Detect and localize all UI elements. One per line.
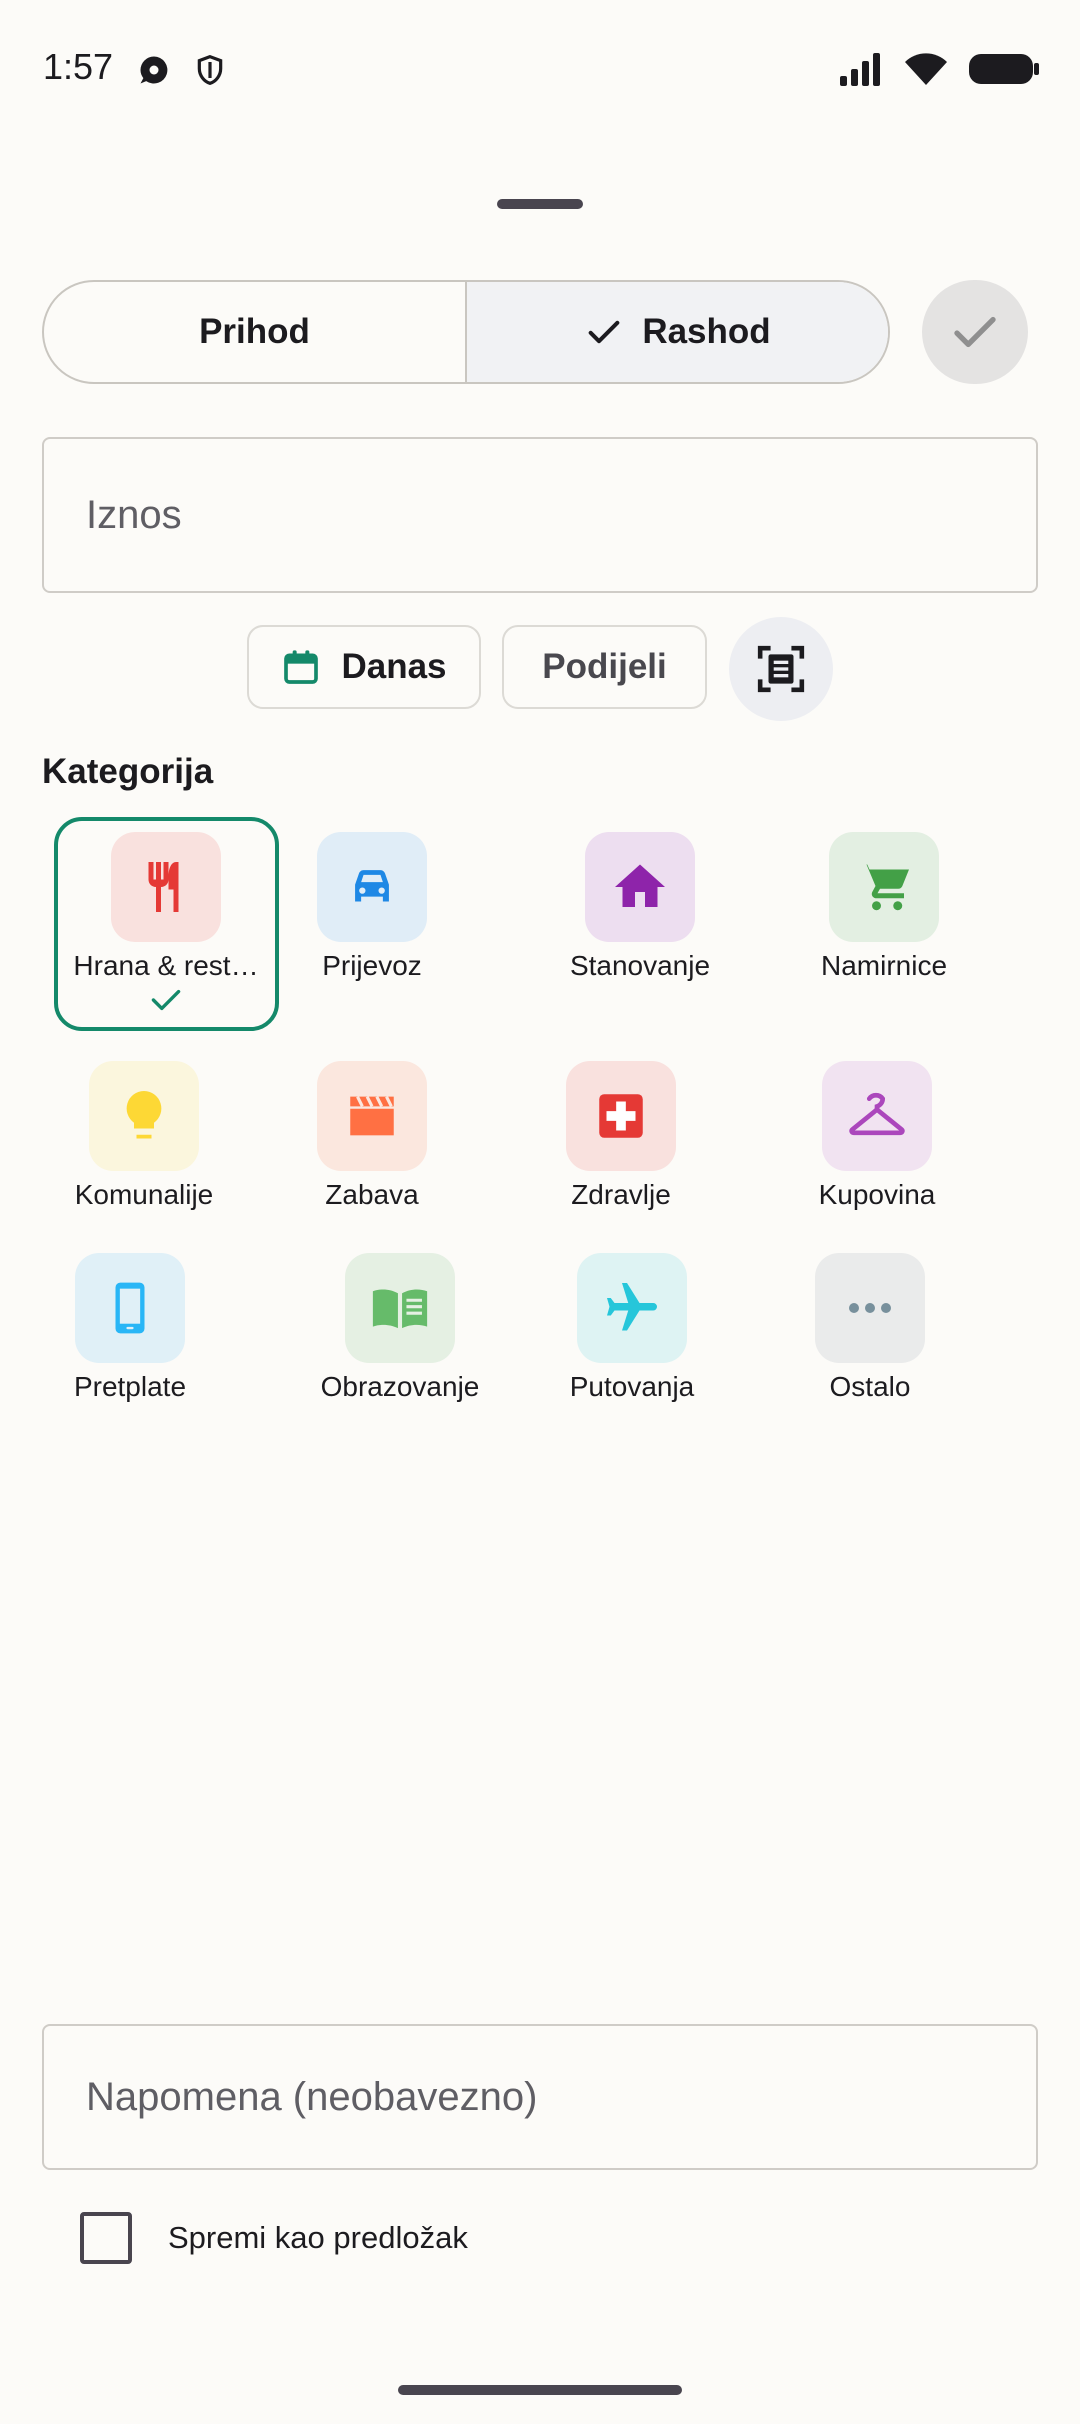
category-label: Hrana & rest… (73, 950, 259, 981)
category-tile (75, 1253, 185, 1363)
book-icon (372, 1289, 428, 1329)
category-label: Kupovina (818, 1179, 936, 1210)
check-icon (588, 320, 620, 344)
category-transport[interactable]: Prijevoz (272, 832, 472, 982)
cart-icon (859, 864, 909, 911)
category-label: Putovanja (569, 1371, 695, 1402)
category-label: Komunalije (74, 1179, 214, 1210)
shield-icon (197, 54, 223, 86)
restaurant-icon (148, 862, 179, 912)
category-tile (577, 1253, 687, 1363)
category-tile (566, 1061, 676, 1171)
category-label: Ostalo (829, 1371, 911, 1402)
category-subscriptions[interactable]: Pretplate (30, 1253, 230, 1403)
date-chip[interactable]: Danas (247, 625, 481, 709)
sheet-drag-handle[interactable] (497, 199, 583, 209)
category-label: Obrazovanje (320, 1371, 480, 1402)
category-food[interactable]: Hrana & rest… (66, 832, 266, 1014)
category-utilities[interactable]: Komunalije (44, 1061, 244, 1211)
category-shopping[interactable]: Kupovina (777, 1061, 977, 1211)
category-tile (585, 832, 695, 942)
category-tile (317, 832, 427, 942)
signal-icon (840, 53, 880, 86)
status-notification-icons (136, 52, 226, 88)
category-label: Namirnice (820, 950, 948, 981)
save-button[interactable] (922, 280, 1028, 384)
category-tile (815, 1253, 925, 1363)
amount-input[interactable]: Iznos (42, 437, 1038, 593)
note-placeholder: Napomena (neobavezno) (86, 2074, 538, 2119)
notification-app-icon (140, 56, 168, 84)
category-tile (829, 832, 939, 942)
category-label: Zdravlje (571, 1179, 671, 1210)
category-groceries[interactable]: Namirnice (784, 832, 984, 982)
category-tile (822, 1061, 932, 1171)
category-tile (345, 1253, 455, 1363)
split-chip-label: Podijeli (542, 647, 667, 686)
save-template-label[interactable]: Spremi kao predložak (168, 2220, 468, 2256)
income-label: Prihod (199, 312, 310, 351)
category-travel[interactable]: Putovanja (532, 1253, 732, 1403)
hanger-icon (849, 1092, 905, 1136)
category-housing[interactable]: Stanovanje (540, 832, 740, 982)
category-health[interactable]: Zdravlje (521, 1061, 721, 1211)
type-toggle: Prihod Rashod (42, 280, 890, 384)
category-entertainment[interactable]: Zabava (272, 1061, 472, 1211)
category-label: Prijevoz (322, 950, 422, 981)
clapperboard-icon (350, 1095, 394, 1136)
status-time: 1:57 (43, 46, 114, 87)
expense-segment[interactable]: Rashod (467, 282, 888, 382)
wifi-icon (905, 53, 947, 85)
home-indicator[interactable] (398, 2385, 682, 2395)
airplane-icon (607, 1283, 657, 1331)
more-icon (849, 1303, 891, 1313)
lightbulb-icon (126, 1091, 162, 1139)
check-icon (954, 316, 996, 348)
category-other[interactable]: Ostalo (770, 1253, 970, 1403)
check-icon (151, 989, 181, 1011)
category-label: Zabava (325, 1179, 419, 1210)
category-section-title: Kategorija (42, 752, 214, 791)
scan-receipt-button[interactable] (729, 617, 833, 721)
amount-placeholder: Iznos (86, 492, 182, 537)
category-education[interactable]: Obrazovanje (300, 1253, 500, 1403)
category-label: Stanovanje (569, 950, 711, 981)
medical-cross-icon (599, 1094, 643, 1138)
date-chip-label: Danas (341, 647, 447, 686)
battery-icon (969, 54, 1039, 84)
category-tile (89, 1061, 199, 1171)
save-template-checkbox[interactable] (80, 2212, 132, 2264)
split-chip[interactable]: Podijeli (502, 625, 707, 709)
expense-label: Rashod (642, 312, 771, 351)
category-tile (317, 1061, 427, 1171)
category-tile (111, 832, 221, 942)
home-icon (615, 864, 665, 907)
status-system-icons (838, 52, 1040, 86)
income-segment[interactable]: Prihod (44, 282, 467, 382)
calendar-icon (284, 650, 319, 684)
category-label: Pretplate (73, 1371, 187, 1402)
smartphone-icon (115, 1282, 145, 1334)
car-icon (355, 870, 389, 902)
note-input[interactable]: Napomena (neobavezno) (42, 2024, 1038, 2170)
document-scanner-icon (757, 645, 805, 693)
